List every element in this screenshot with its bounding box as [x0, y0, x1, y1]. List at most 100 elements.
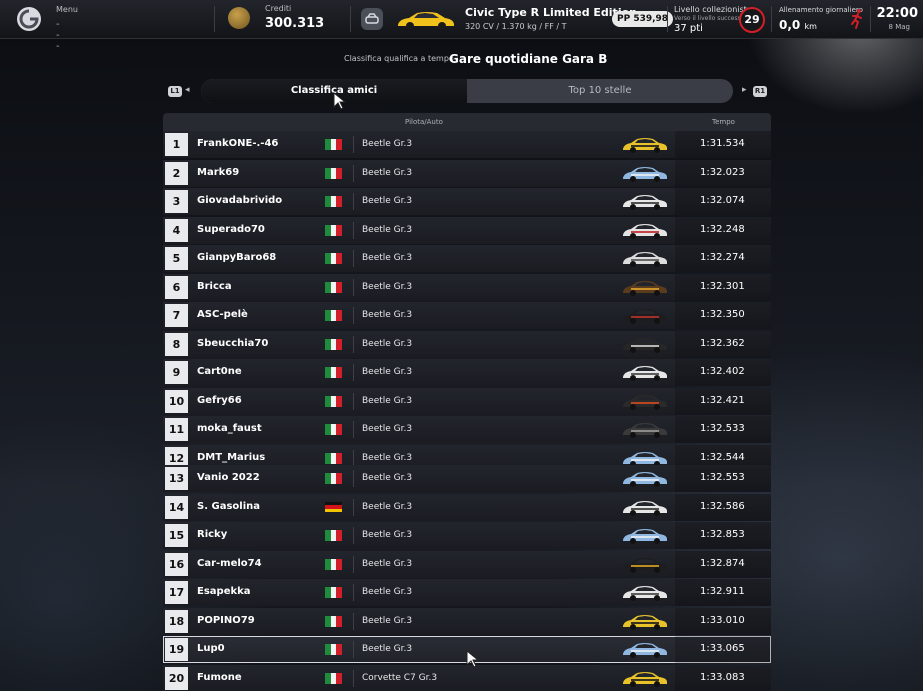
- table-row[interactable]: 10 Gefry66 Beetle Gr.3 1:32.421: [163, 387, 771, 415]
- divider: [214, 6, 215, 32]
- position-number: 2: [165, 161, 188, 185]
- table-row[interactable]: 11 moka_faust Beetle Gr.3 1:32.533: [163, 416, 771, 443]
- divider: [353, 335, 354, 353]
- credits-label: Crediti: [265, 4, 292, 13]
- credits-value: 300.313: [265, 16, 325, 31]
- car-specs: 320 CV / 1.370 kg / FF / T: [465, 22, 567, 31]
- clock: 22:00 8 Mag: [876, 0, 920, 38]
- car-model: Beetle Gr.3: [362, 644, 413, 654]
- car-livery-icon: [623, 557, 667, 573]
- flag-germany-icon: [325, 501, 342, 513]
- table-row[interactable]: 7 ASC-pelè Beetle Gr.3 1:32.350: [163, 302, 771, 329]
- car-model: Beetle Gr.3: [362, 530, 413, 540]
- divider: [353, 612, 354, 630]
- car-livery-icon: [623, 166, 667, 182]
- divider: [667, 6, 668, 32]
- lap-time: 1:32.301: [700, 280, 745, 292]
- driver-name: DMT_Marius: [197, 451, 266, 463]
- driver-name: FrankONE-.-46: [197, 138, 279, 149]
- driver-name: Giovadabrivido: [197, 195, 283, 206]
- r1-button[interactable]: R1: [753, 86, 767, 97]
- car-model: Beetle Gr.3: [362, 473, 413, 483]
- car-model: Beetle Gr.3: [362, 501, 413, 512]
- runner-icon: [849, 8, 865, 30]
- car-livery-icon: [623, 337, 667, 353]
- flag-italy-icon: [325, 224, 342, 236]
- current-car-thumbnail[interactable]: [395, 9, 457, 31]
- lap-time: 1:32.874: [700, 557, 745, 569]
- table-row[interactable]: 15 Ricky Beetle Gr.3 1:32.853: [163, 522, 771, 549]
- pp-rating-badge: PP 539,98: [612, 11, 674, 27]
- table-header: Pilota/Auto Tempo: [163, 113, 771, 131]
- position-number: 14: [165, 495, 188, 519]
- car-livery-icon: [623, 366, 667, 381]
- table-row[interactable]: 18 POPINO79 Beetle Gr.3 1:33.010: [163, 607, 771, 635]
- lap-time: 1:32.586: [700, 500, 745, 512]
- car-livery-icon: [623, 138, 667, 153]
- position-number: 6: [165, 275, 188, 299]
- car-model: Beetle Gr.3: [362, 196, 413, 206]
- divider: [353, 250, 354, 267]
- table-row[interactable]: 13 Vanio 2022 Beetle Gr.3 1:32.553: [163, 465, 771, 492]
- position-number: 8: [165, 332, 188, 356]
- car-livery-icon: [623, 643, 667, 658]
- divider: [353, 392, 354, 410]
- driver-name: Car-melo74: [197, 557, 262, 569]
- leaderboard-table: Pilota/Auto Tempo 1 FrankONE-.-46 Beetle G…: [163, 113, 771, 691]
- driver-name: Sbeucchia70: [197, 337, 269, 349]
- flag-italy-icon: [325, 452, 342, 464]
- lap-time: 1:32.911: [700, 586, 745, 597]
- car-livery-icon: [623, 195, 667, 210]
- table-row[interactable]: 14 S. Gasolina Beetle Gr.3 1:32.586: [163, 493, 771, 521]
- driver-name: Bricca: [197, 280, 232, 292]
- flag-italy-icon: [325, 310, 342, 321]
- driver-name: Mark69: [197, 166, 240, 178]
- divider: [353, 641, 354, 658]
- position-number: 10: [165, 389, 188, 413]
- table-row[interactable]: 16 Car-melo74 Beetle Gr.3 1:32.874: [163, 550, 771, 578]
- race-subtitle: Classifica qualifica a tempo: [344, 54, 454, 63]
- table-row[interactable]: 5 GianpyBaro68 Beetle Gr.3 1:32.274: [163, 245, 771, 272]
- divider: [353, 498, 354, 516]
- car-livery-icon: [623, 423, 667, 438]
- tab-top10-stars[interactable]: Top 10 stelle: [467, 79, 733, 103]
- car-model: Beetle Gr.3: [362, 424, 413, 434]
- car-livery-icon: [623, 472, 667, 487]
- car-model: Beetle Gr.3: [362, 224, 413, 235]
- garage-icon[interactable]: [361, 8, 383, 30]
- l1-button[interactable]: L1: [168, 86, 182, 97]
- daily-workout-value: 0,0 km: [779, 18, 817, 32]
- table-row[interactable]: 1 FrankONE-.-46 Beetle Gr.3 1:31.534: [163, 131, 771, 158]
- divider: [771, 6, 772, 32]
- driver-name: ASC-pelè: [197, 309, 248, 320]
- clock-date: 8 Mag: [888, 23, 910, 31]
- lap-time: 1:32.533: [700, 423, 745, 434]
- flag-italy-icon: [325, 139, 342, 150]
- table-row[interactable]: 17 Esapekka Beetle Gr.3 1:32.911: [163, 579, 771, 606]
- arrow-right-icon: ▸: [742, 85, 747, 95]
- table-row[interactable]: 8 Sbeucchia70 Beetle Gr.3 1:32.362: [163, 330, 771, 358]
- car-model: Beetle Gr.3: [362, 395, 413, 406]
- position-number: 9: [165, 361, 188, 384]
- lap-time: 1:32.544: [700, 451, 745, 463]
- car-model: Beetle Gr.3: [362, 338, 413, 349]
- driver-name: Gefry66: [197, 394, 242, 406]
- lap-time: 1:32.274: [700, 252, 745, 263]
- position-number: 1: [165, 133, 188, 156]
- menu-value: ---: [56, 19, 60, 52]
- table-row[interactable]: 9 Cart0ne Beetle Gr.3 1:32.402: [163, 359, 771, 386]
- table-row[interactable]: 3 Giovadabrivido Beetle Gr.3 1:32.074: [163, 188, 771, 215]
- driver-name: S. Gasolina: [197, 500, 260, 512]
- gt-logo-icon[interactable]: [17, 7, 41, 31]
- lap-time: 1:32.402: [700, 366, 745, 377]
- flag-italy-icon: [325, 395, 342, 407]
- table-row[interactable]: 4 Superado70 Beetle Gr.3 1:32.248: [163, 216, 771, 244]
- lap-time: 1:32.421: [700, 394, 745, 406]
- car-model: Beetle Gr.3: [362, 615, 413, 626]
- column-header-time: Tempo: [712, 118, 735, 126]
- collector-level-badge: 29: [739, 7, 765, 33]
- table-row[interactable]: 6 Bricca Beetle Gr.3 1:32.301: [163, 273, 771, 301]
- table-row[interactable]: 2 Mark69 Beetle Gr.3 1:32.023: [163, 159, 771, 187]
- table-row[interactable]: 20 Fumone Corvette C7 Gr.3 1:33.083: [163, 664, 771, 691]
- car-livery-icon: [623, 394, 667, 410]
